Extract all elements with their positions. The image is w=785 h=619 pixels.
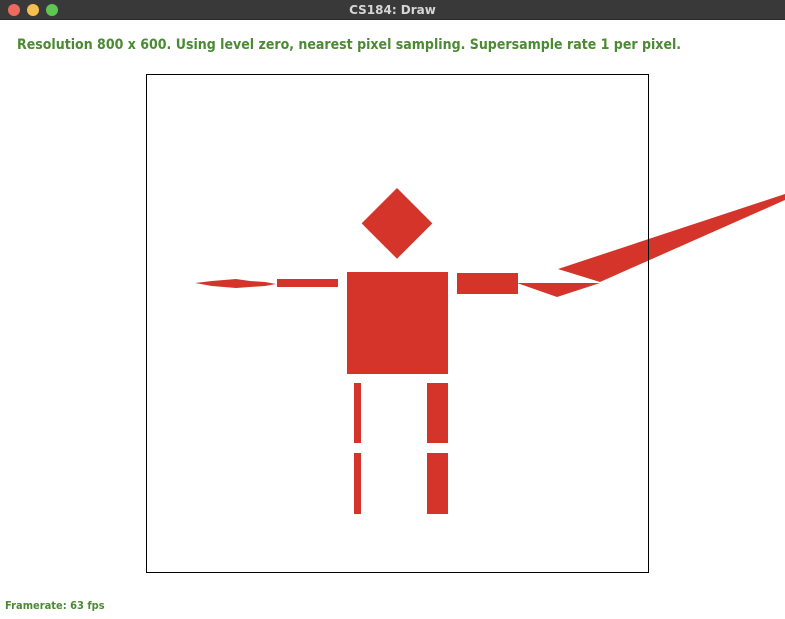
right-shin — [427, 453, 448, 514]
left-forearm — [277, 279, 338, 287]
right-upper-arm — [457, 273, 518, 294]
left-hand-spindle — [195, 279, 276, 288]
app-window: CS184: Draw Resolution 800 x 600. Using … — [0, 0, 785, 619]
right-arm-sliver — [558, 194, 785, 282]
torso — [347, 272, 448, 374]
diamond-head — [361, 188, 433, 259]
draw-canvas[interactable] — [0, 0, 785, 619]
left-shin — [354, 453, 361, 514]
left-thigh — [354, 383, 361, 443]
right-thigh — [427, 383, 448, 443]
right-hand-wedge — [517, 283, 600, 297]
framerate-readout: Framerate: 63 fps — [5, 599, 105, 612]
